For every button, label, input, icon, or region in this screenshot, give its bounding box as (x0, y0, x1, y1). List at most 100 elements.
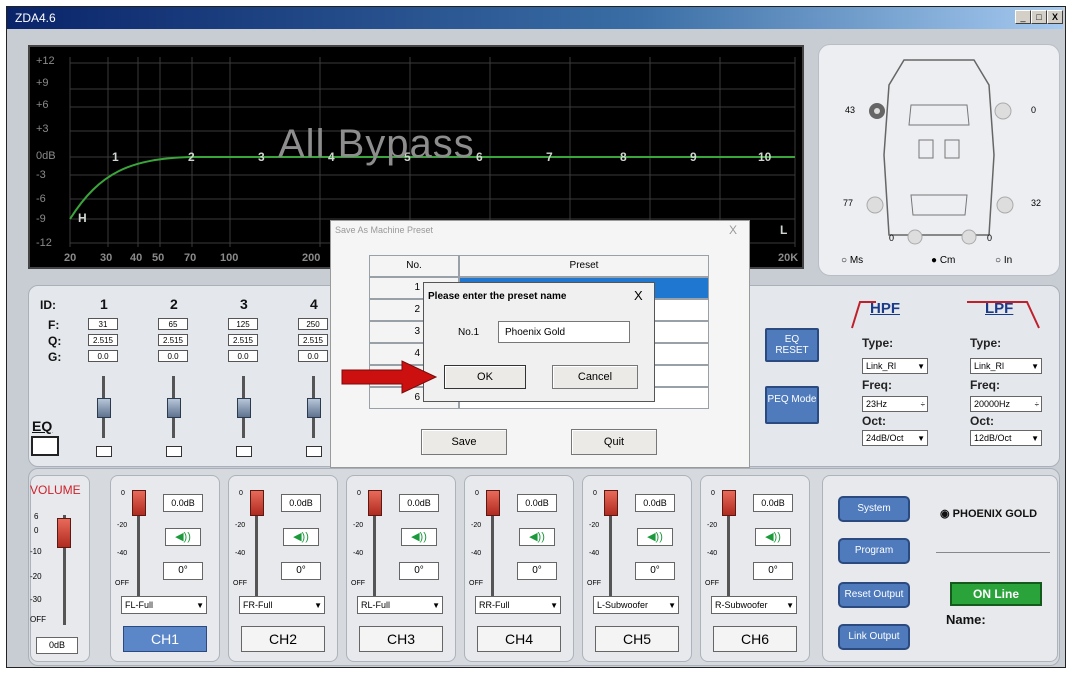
channel-mode-select[interactable]: RR-Full ▼ (475, 596, 561, 614)
unit-cm-radio[interactable]: ● Cm (931, 255, 955, 266)
channel-select-button[interactable]: CH5 (595, 626, 679, 652)
channel-gain-value[interactable]: 0.0dB (635, 494, 675, 512)
volume-value[interactable]: 0dB (36, 637, 78, 654)
q-field[interactable]: 2.515 (298, 334, 328, 346)
mute-button[interactable]: ◀)) (165, 528, 201, 546)
channel-gain-value[interactable]: 0.0dB (163, 494, 203, 512)
lpf-freq-input[interactable]: 20000Hz ÷ (970, 396, 1042, 412)
lpf-marker[interactable]: L (780, 223, 787, 237)
q-field[interactable]: 2.515 (228, 334, 258, 346)
band-marker[interactable]: 1 (112, 150, 119, 164)
channel-mode-select[interactable]: FL-Full ▼ (121, 596, 207, 614)
phase-button[interactable]: 0° (635, 562, 675, 580)
name-label: Name: (946, 612, 986, 627)
q-field[interactable]: 2.515 (88, 334, 118, 346)
gain-field[interactable]: 0.0 (228, 350, 258, 362)
channel-fader-knob[interactable] (604, 490, 618, 516)
close-button[interactable]: X (1047, 10, 1063, 24)
band-bypass-checkbox[interactable] (166, 446, 182, 457)
close-icon[interactable]: X (729, 223, 737, 237)
spinner-icon[interactable]: ÷ (921, 398, 925, 412)
maximize-button[interactable]: □ (1031, 10, 1047, 24)
lpf-oct-select[interactable]: 12dB/Oct ▼ (970, 430, 1042, 446)
channel-fader-knob[interactable] (486, 490, 500, 516)
hpf-type-select[interactable]: Link_Rl ▼ (862, 358, 928, 374)
hpf-marker[interactable]: H (78, 211, 87, 225)
eq-slider-knob[interactable] (307, 398, 321, 418)
channel-select-button[interactable]: CH4 (477, 626, 561, 652)
ok-button[interactable]: OK (444, 365, 526, 389)
band-marker[interactable]: 3 (258, 150, 265, 164)
band-marker[interactable]: 8 (620, 150, 627, 164)
channel-select-button[interactable]: CH6 (713, 626, 797, 652)
hpf-freq-input[interactable]: 23Hz ÷ (862, 396, 928, 412)
channel-mode-select[interactable]: L-Subwoofer ▼ (593, 596, 679, 614)
phase-button[interactable]: 0° (753, 562, 793, 580)
channel-gain-value[interactable]: 0.0dB (517, 494, 557, 512)
band-bypass-checkbox[interactable] (306, 446, 322, 457)
reset-output-button[interactable]: Reset Output (838, 582, 910, 608)
save-button[interactable]: Save (421, 429, 507, 455)
link-output-button[interactable]: Link Output (838, 624, 910, 650)
cancel-button[interactable]: Cancel (552, 365, 638, 389)
freq-field[interactable]: 125 (228, 318, 258, 330)
mute-button[interactable]: ◀)) (401, 528, 437, 546)
mute-button[interactable]: ◀)) (755, 528, 791, 546)
channel-gain-value[interactable]: 0.0dB (753, 494, 793, 512)
band-marker[interactable]: 10 (758, 150, 771, 164)
phase-button[interactable]: 0° (399, 562, 439, 580)
channel-fader-knob[interactable] (250, 490, 264, 516)
channel-fader-knob[interactable] (368, 490, 382, 516)
band-marker[interactable]: 6 (476, 150, 483, 164)
gain-field[interactable]: 0.0 (88, 350, 118, 362)
freq-field[interactable]: 250 (298, 318, 328, 330)
unit-cm-label: Cm (939, 255, 956, 266)
channel-select-button[interactable]: CH1 (123, 626, 207, 652)
peq-mode-button[interactable]: PEQ Mode (765, 386, 819, 424)
mute-button[interactable]: ◀)) (283, 528, 319, 546)
freq-field[interactable]: 65 (158, 318, 188, 330)
program-button[interactable]: Program (838, 538, 910, 564)
eq-slider-knob[interactable] (167, 398, 181, 418)
preset-name-input[interactable]: Phoenix Gold (498, 321, 630, 343)
unit-in-radio[interactable]: ○ In (995, 255, 1012, 266)
freq-field[interactable]: 31 (88, 318, 118, 330)
band-bypass-checkbox[interactable] (236, 446, 252, 457)
hpf-oct-select[interactable]: 24dB/Oct ▼ (862, 430, 928, 446)
spinner-icon[interactable]: ÷ (1035, 398, 1039, 412)
unit-ms-radio[interactable]: ○ Ms (841, 255, 863, 266)
quit-button[interactable]: Quit (571, 429, 657, 455)
volume-fader-knob[interactable] (57, 518, 71, 548)
channel-gain-value[interactable]: 0.0dB (399, 494, 439, 512)
band-bypass-checkbox[interactable] (96, 446, 112, 457)
band-marker[interactable]: 9 (690, 150, 697, 164)
lpf-type-select[interactable]: Link_Rl ▼ (970, 358, 1042, 374)
band-marker[interactable]: 2 (188, 150, 195, 164)
fader-tick: 0 (357, 490, 361, 497)
channel-fader-knob[interactable] (132, 490, 146, 516)
close-icon[interactable]: X (634, 288, 643, 303)
band-marker[interactable]: 7 (546, 150, 553, 164)
phase-button[interactable]: 0° (517, 562, 557, 580)
mute-button[interactable]: ◀)) (637, 528, 673, 546)
system-button[interactable]: System (838, 496, 910, 522)
phase-button[interactable]: 0° (163, 562, 203, 580)
gain-field[interactable]: 0.0 (298, 350, 328, 362)
eq-slider-knob[interactable] (97, 398, 111, 418)
eq-enable-checkbox[interactable] (31, 436, 59, 456)
channel-gain-value[interactable]: 0.0dB (281, 494, 321, 512)
channel-mode-select[interactable]: RL-Full ▼ (357, 596, 443, 614)
eq-reset-button[interactable]: EQ RESET (765, 328, 819, 362)
phase-button[interactable]: 0° (281, 562, 321, 580)
channel-fader-knob[interactable] (722, 490, 736, 516)
channel-select-button[interactable]: CH2 (241, 626, 325, 652)
gain-field[interactable]: 0.0 (158, 350, 188, 362)
channel-select-button[interactable]: CH3 (359, 626, 443, 652)
mute-button[interactable]: ◀)) (519, 528, 555, 546)
eq-slider-knob[interactable] (237, 398, 251, 418)
channel-mode-select[interactable]: FR-Full ▼ (239, 596, 325, 614)
q-field[interactable]: 2.515 (158, 334, 188, 346)
channel-mode-select[interactable]: R-Subwoofer ▼ (711, 596, 797, 614)
minimize-button[interactable]: _ (1015, 10, 1031, 24)
volume-tick: -10 (30, 547, 42, 556)
